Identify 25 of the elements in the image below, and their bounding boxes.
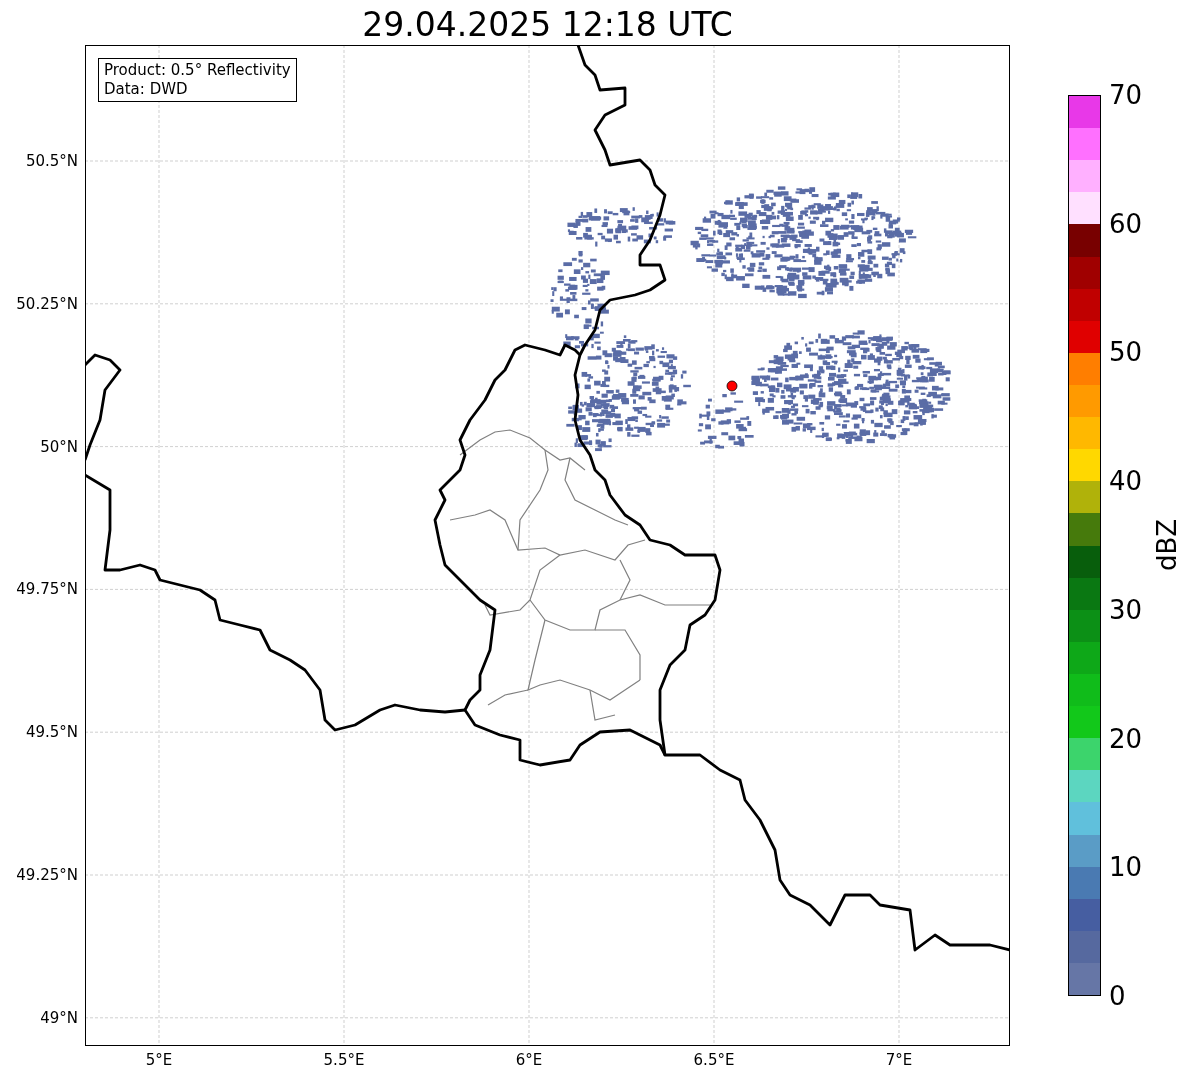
latitude-tick-label: 50.5°N: [25, 152, 78, 170]
scale-tick-label: 50: [1109, 337, 1143, 368]
latitude-tick-label: 50°N: [40, 437, 78, 456]
scale-tick-label: 0: [1109, 981, 1126, 1011]
scale-unit-label: dBZ: [1152, 518, 1183, 572]
longitude-tick-label: 6.5°E: [693, 1051, 735, 1069]
chart-title: 29.04.2025 12:18 UTC: [362, 5, 733, 45]
scale-tick-label: 70: [1109, 80, 1143, 110]
scale-tick-label: 40: [1109, 466, 1143, 497]
longitude-tick-label: 5.5°E: [323, 1051, 365, 1069]
scale-tick-label: 30: [1109, 594, 1143, 625]
scale-tick-label: 10: [1109, 852, 1143, 883]
radar-site-marker: [726, 380, 738, 392]
scale-tick-label: 20: [1109, 723, 1143, 754]
longitude-tick-label: 7°E: [885, 1051, 913, 1069]
latitude-tick-label: 49.75°N: [16, 580, 78, 599]
info-text: Data: DWD: [104, 80, 189, 99]
latitude-tick-label: 49.5°N: [25, 723, 78, 742]
latitude-tick-label: 49.25°N: [16, 866, 78, 884]
latitude-tick-label: 50.25°N: [16, 294, 78, 313]
info-text: Product: 0.5° Reflectivity: [104, 61, 291, 80]
latitude-tick-label: 49°N: [40, 1008, 78, 1027]
longitude-tick-label: 5°E: [145, 1051, 173, 1069]
scale-tick-label: 60: [1109, 208, 1143, 239]
longitude-tick-label: 6°E: [515, 1051, 543, 1069]
